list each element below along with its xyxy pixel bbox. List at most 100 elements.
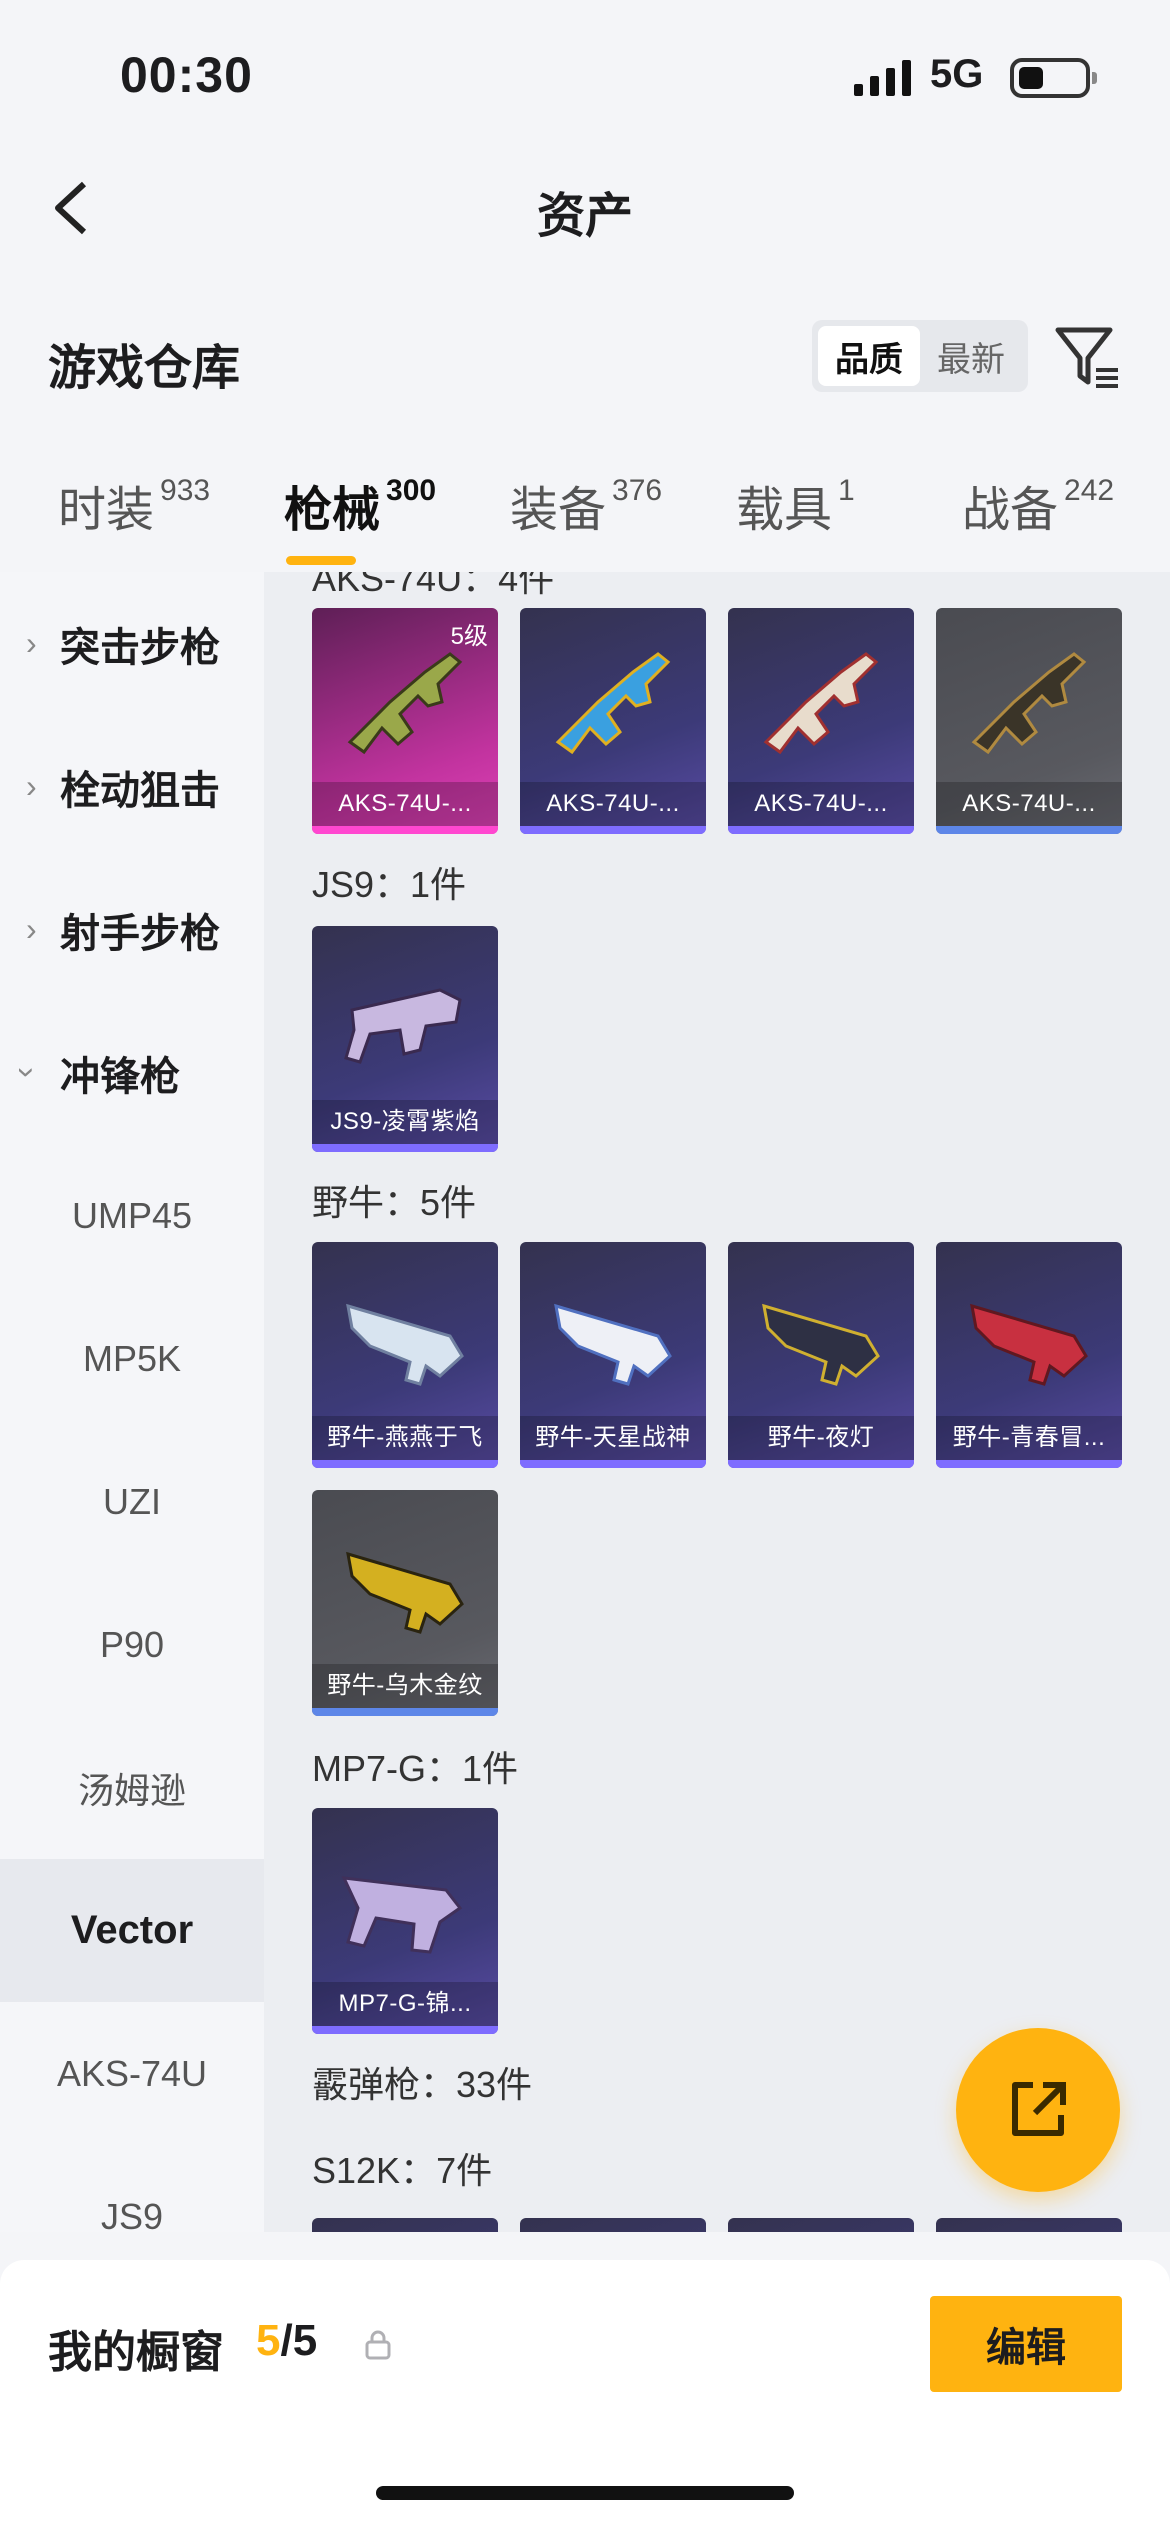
share-button[interactable] [956,2028,1120,2192]
gun-icon [554,1303,672,1386]
weapon-card[interactable]: AKS-74U-... [936,608,1122,834]
tab-supplies[interactable]: 战备 242 [962,470,1114,540]
gun-icon [341,1876,463,1954]
sidebar-item-bolt-sniper[interactable]: › 栓动狙击 [0,715,264,858]
weapon-card[interactable]: 野牛-天星战神 [520,1242,706,1468]
network-label: 5G [930,52,984,96]
rarity-strip [936,1460,1122,1468]
weapon-card[interactable]: JS9-凌霄紫焰 [312,926,498,1152]
sort-toggle: 品质 最新 [812,320,1028,392]
rarity-strip [936,826,1122,834]
sort-newest-button[interactable]: 最新 [920,326,1022,386]
weapon-card[interactable]: 野牛-青春冒... [936,1242,1122,1468]
weapon-card-label: AKS-74U-... [936,782,1122,826]
battery-icon [1010,58,1097,98]
tab-equipment[interactable]: 装备 376 [510,470,662,540]
filter-icon[interactable] [1052,322,1122,392]
sidebar-item-assault-rifle[interactable]: › 突击步枪 [0,572,264,715]
signal-icon [854,60,911,96]
tab-firearms[interactable]: 枪械 300 [284,470,436,565]
rarity-strip [312,826,498,834]
gun-icon [762,1303,880,1386]
warehouse-title: 游戏仓库 [48,342,241,395]
rarity-strip [728,1460,914,1468]
gun-icon [970,1303,1088,1386]
lock-icon [365,2330,391,2360]
sidebar-item-thompson[interactable]: 汤姆逊 [0,1716,264,1859]
warehouse-header: 游戏仓库 品质 最新 [0,300,1170,410]
showcase-count: 5/5 [256,2316,318,2365]
weapon-card[interactable]: AKS-74U-... [728,608,914,834]
rarity-strip [520,1460,706,1468]
rarity-strip [728,826,914,834]
weapon-card-label: 野牛-夜灯 [728,1416,914,1460]
weapon-card[interactable]: 野牛-燕燕于飞 [312,1242,498,1468]
chevron-right-icon: › [26,768,37,804]
page-title: 资产 [536,190,633,243]
chevron-right-icon: › [26,625,37,661]
weapon-card-label: 野牛-天星战神 [520,1416,706,1460]
edit-button[interactable]: 编辑 [930,2296,1122,2392]
showcase-label: 我的橱窗 [48,2328,224,2377]
weapon-card[interactable]: 野牛-夜灯 [728,1242,914,1468]
rarity-strip [312,1144,498,1152]
sidebar-item-uzi[interactable]: UZI [0,1430,264,1573]
share-icon [1012,2082,1066,2136]
group-title-js9: JS9：1件 [312,864,467,905]
sidebar-item-p90[interactable]: P90 [0,1573,264,1716]
weapon-grid: AKS-74U：4件 5级 AKS-74U-... AKS-74U-... AK… [264,572,1170,2232]
sidebar-item-vector[interactable]: Vector [0,1859,264,2002]
home-indicator [376,2486,794,2500]
weapon-card-label: 野牛-青春冒... [936,1416,1122,1460]
gun-icon [347,652,463,755]
sidebar-item-smg[interactable]: › 冲锋枪 [0,1001,264,1144]
weapon-card[interactable]: MP7-G-锦... [312,1808,498,2034]
sidebar-item-mp5k[interactable]: MP5K [0,1287,264,1430]
weapon-card-label: MP7-G-锦... [312,1982,498,2026]
chevron-down-icon: › [9,1067,46,1078]
weapon-sidebar: › 突击步枪 › 栓动狙击 › 射手步枪 › 冲锋枪 UMP45 MP5K UZI P9… [0,572,264,2232]
group-title-bull: 野牛：5件 [312,1182,477,1223]
rarity-strip [312,1708,498,1716]
gun-icon [346,1551,464,1634]
category-tabs: 时装 933 枪械 300 装备 376 载具 1 战备 242 [0,460,1170,570]
sidebar-item-aks74u[interactable]: AKS-74U [0,2002,264,2145]
gun-icon [555,652,671,755]
rarity-strip [312,2026,498,2034]
group-title-aks74u: AKS-74U：4件 [312,572,555,599]
weapon-card[interactable] [520,2218,706,2232]
weapon-card[interactable]: 野牛-乌木金纹 [312,1490,498,1716]
tab-fashion[interactable]: 时装 933 [58,470,210,540]
gun-icon [346,1303,464,1386]
status-bar: 00:30 5G [0,0,1170,140]
rarity-strip [520,826,706,834]
weapon-card[interactable] [312,2218,498,2232]
tab-vehicles[interactable]: 载具 1 [736,470,855,540]
chevron-right-icon: › [26,911,37,947]
gun-icon [763,652,879,755]
group-title-shotgun: 霰弹枪：33件 [312,2064,533,2105]
weapon-card-label: JS9-凌霄紫焰 [312,1100,498,1144]
weapon-card[interactable] [936,2218,1122,2232]
weapon-card[interactable]: 5级 AKS-74U-... [312,608,498,834]
rarity-strip [312,1460,498,1468]
sidebar-item-ump45[interactable]: UMP45 [0,1144,264,1287]
weapon-card-label: 野牛-燕燕于飞 [312,1416,498,1460]
sort-quality-button[interactable]: 品质 [818,326,920,386]
group-title-s12k: S12K：7件 [312,2150,493,2191]
weapon-card-label: AKS-74U-... [520,782,706,826]
sidebar-item-js9[interactable]: JS9 [0,2145,264,2233]
weapon-card-label: 野牛-乌木金纹 [312,1664,498,1708]
level-badge: 5级 [450,623,488,650]
nav-bar: 资产 [0,140,1170,270]
weapon-card-label: AKS-74U-... [728,782,914,826]
group-title-mp7: MP7-G：1件 [312,1748,519,1789]
tab-active-indicator [286,556,356,565]
weapon-card-label: AKS-74U-... [312,782,498,826]
weapon-card[interactable] [728,2218,914,2232]
status-time: 00:30 [120,47,253,103]
gun-icon [344,988,462,1064]
weapon-card[interactable]: AKS-74U-... [520,608,706,834]
gun-icon [971,652,1087,755]
sidebar-item-marksman[interactable]: › 射手步枪 [0,858,264,1001]
